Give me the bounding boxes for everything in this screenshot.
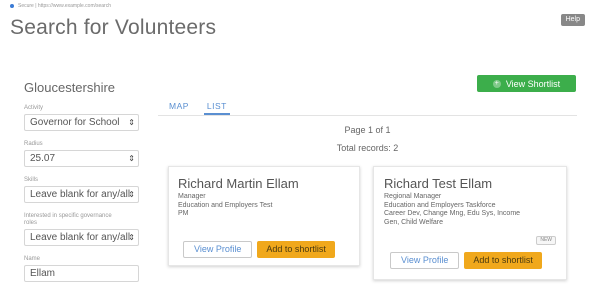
card-actions: View Profile Add to shortlist bbox=[390, 252, 542, 269]
tab-list[interactable]: LIST bbox=[203, 96, 230, 115]
volunteer-organisation: Education and Employers Taskforce bbox=[384, 201, 496, 209]
skills-label: Skills bbox=[24, 177, 39, 183]
view-profile-button[interactable]: View Profile bbox=[390, 252, 460, 269]
select-arrows-icon: ⇕ bbox=[128, 190, 135, 199]
page-indicator: Page 1 of 1 bbox=[344, 125, 391, 135]
select-arrows-icon: ⇕ bbox=[128, 118, 135, 127]
volunteer-name[interactable]: Richard Test Ellam bbox=[384, 176, 556, 191]
radius-input[interactable]: 25.07 ⇕ bbox=[24, 150, 139, 167]
volunteer-card: Richard Martin Ellam Manager Education a… bbox=[168, 166, 360, 266]
activity-select[interactable]: Governor for School ⇕ bbox=[24, 114, 139, 131]
name-label: Name bbox=[24, 256, 41, 262]
skills-select-value: Leave blank for any/all bbox=[30, 189, 131, 200]
view-tabs: MAP LIST bbox=[158, 96, 577, 116]
radius-value: 25.07 bbox=[30, 153, 56, 164]
card-actions: View Profile Add to shortlist bbox=[183, 241, 335, 258]
new-badge: NEW bbox=[536, 236, 556, 245]
help-button[interactable]: Help bbox=[560, 14, 585, 26]
name-field[interactable]: Ellam bbox=[24, 265, 139, 282]
view-profile-button[interactable]: View Profile bbox=[183, 241, 253, 258]
select-arrows-icon: ⇕ bbox=[128, 233, 135, 242]
total-records: Total records: 2 bbox=[336, 143, 399, 153]
volunteer-skills: Career Dev, Change Mng, Edu Sys, Income bbox=[384, 210, 521, 217]
governance-select-value: Leave blank for any/all bbox=[30, 232, 131, 243]
browser-url-bar[interactable]: Secure | https://www.example.com/search bbox=[10, 2, 290, 10]
volunteer-role: Regional Manager bbox=[384, 193, 442, 200]
activity-select-value: Governor for School bbox=[30, 117, 120, 128]
region-heading: Gloucestershire bbox=[24, 80, 116, 95]
volunteer-role: Manager bbox=[178, 193, 206, 200]
governance-label: Interested in specific governance roles bbox=[24, 213, 112, 226]
tab-map[interactable]: MAP bbox=[166, 96, 192, 115]
radius-label: Radius bbox=[24, 141, 43, 147]
stepper-arrows-icon[interactable]: ⇕ bbox=[128, 151, 135, 166]
url-text[interactable]: Secure | https://www.example.com/search bbox=[18, 3, 111, 9]
add-to-shortlist-button[interactable]: Add to shortlist bbox=[464, 252, 542, 269]
search-filters-sidebar: Gloucestershire Activity Governor for Sc… bbox=[24, 80, 144, 282]
secure-lock-icon bbox=[10, 4, 14, 8]
governance-select[interactable]: Leave blank for any/all ⇕ bbox=[24, 229, 139, 246]
volunteer-skills-continued: Gen, Child Welfare bbox=[384, 218, 444, 226]
volunteer-skills: PM bbox=[178, 210, 189, 217]
volunteer-organisation: Education and Employers Test bbox=[178, 201, 273, 209]
page-title: Search for Volunteers bbox=[10, 16, 217, 39]
activity-label: Activity bbox=[24, 105, 44, 111]
view-shortlist-button[interactable]: + View Shortlist bbox=[477, 75, 576, 92]
volunteer-name[interactable]: Richard Martin Ellam bbox=[178, 176, 350, 191]
plus-icon: + bbox=[492, 79, 501, 88]
skills-select[interactable]: Leave blank for any/all ⇕ bbox=[24, 186, 139, 203]
volunteer-card: Richard Test Ellam Regional Manager Educ… bbox=[373, 166, 567, 280]
add-to-shortlist-button[interactable]: Add to shortlist bbox=[257, 241, 335, 258]
view-shortlist-label: View Shortlist bbox=[505, 78, 561, 89]
